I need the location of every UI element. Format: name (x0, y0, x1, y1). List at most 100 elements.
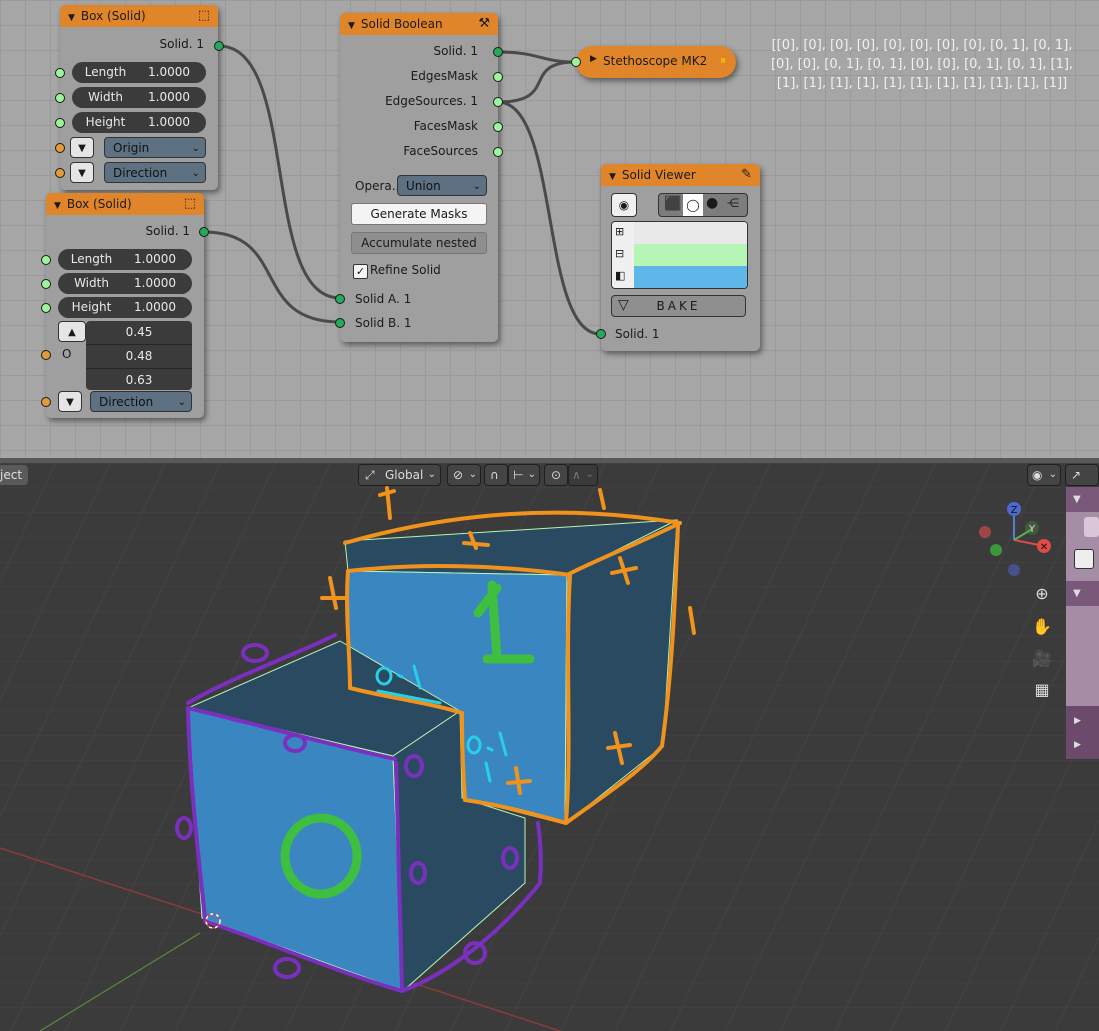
sidebar-panel[interactable]: ▼ ▼ ▶ ▶ (1066, 487, 1099, 759)
boolean-solid-output-socket[interactable] (493, 47, 503, 57)
length-input-socket[interactable] (55, 68, 65, 78)
select-box-icon[interactable] (1074, 549, 1094, 569)
solid-boolean-node[interactable]: ▼ Solid Boolean ⚒ Solid. 1 EdgesMask Edge… (340, 13, 498, 342)
navigation-gizmo[interactable]: Z Y ✕ (978, 500, 1058, 580)
visibility-toggle[interactable]: ◉ (611, 193, 637, 217)
edgesources-output-socket[interactable] (493, 97, 503, 107)
box-solid-node-2[interactable]: ▼ Box (Solid) ⬚ Solid. 1 Length 1.0000 Wid… (46, 193, 204, 418)
collapse-toggle-icon[interactable]: ▼ (54, 201, 61, 211)
origin-y-field[interactable]: 0.48 (86, 345, 192, 369)
bake-button[interactable]: ▽ BAKE (611, 295, 746, 317)
falloff-dropdown[interactable]: ∧ ⌄ (568, 464, 598, 486)
stethoscope-node[interactable]: ▶ Stethoscope MK2 ⏸ (576, 46, 736, 78)
length-field[interactable]: Length 1.0000 (72, 62, 206, 83)
face-color-swatch[interactable] (634, 266, 747, 288)
grid-view-icon[interactable]: ▦ (1029, 677, 1055, 703)
accumulate-nested-toggle[interactable]: Accumulate nested (351, 232, 487, 254)
edge-color-row[interactable]: ⊟ (612, 244, 747, 266)
operation-label: Opera... (355, 179, 404, 193)
snap-target-dropdown[interactable]: ⊢ ⌄ (508, 464, 540, 486)
direction-mode-button[interactable]: ▼ (70, 162, 94, 183)
vertex-color-row[interactable]: ⊞ (612, 222, 747, 244)
origin-x-field[interactable]: 0.45 (86, 321, 192, 345)
facesmask-output-socket[interactable] (493, 122, 503, 132)
operation-dropdown[interactable]: Union ⌄ (397, 175, 487, 196)
viewport-scene[interactable] (0, 463, 1099, 1031)
vertex-color-swatch[interactable] (634, 222, 747, 244)
stethoscope-input-socket[interactable] (571, 57, 581, 67)
solid-viewer-node[interactable]: ▼ Solid Viewer ✎ ◉ ⬛ ◯ ● ⋲ ⊞ ⊟ ◧ ▽ BAKE … (601, 164, 760, 351)
mode-label[interactable]: ject (0, 465, 28, 485)
snap-increment-icon: ⊢ (513, 468, 524, 482)
direction-input-socket[interactable] (55, 168, 65, 178)
origin-input-socket[interactable] (41, 350, 51, 360)
display-mode-group[interactable]: ⬛ ◯ ● ⋲ (658, 193, 748, 217)
solid-b-input-socket[interactable] (335, 318, 345, 328)
wireframe-mode-icon[interactable]: ◯ (683, 194, 703, 216)
viewer-solid-input-socket[interactable] (596, 329, 606, 339)
height-field[interactable]: Height 1.0000 (58, 297, 192, 318)
pencil-icon[interactable]: ✎ (741, 164, 752, 186)
zoom-icon[interactable]: ⊕ (1029, 581, 1055, 607)
generate-masks-toggle[interactable]: Generate Masks (351, 203, 487, 225)
node-header[interactable]: ▼ Box (Solid) ⬚ (60, 5, 218, 27)
direction-dropdown[interactable]: Direction ⌄ (104, 162, 206, 183)
width-field[interactable]: Width 1.0000 (58, 273, 192, 294)
collapse-toggle-icon[interactable]: ▼ (348, 21, 355, 31)
box2-solid-output-socket[interactable] (199, 227, 209, 237)
collapse-toggle-icon[interactable]: ▼ (609, 172, 616, 182)
edge-color-swatch[interactable] (634, 244, 747, 266)
width-input-socket[interactable] (41, 279, 51, 289)
height-field[interactable]: Height 1.0000 (72, 112, 206, 133)
proportional-editing-toggle[interactable]: ⊙ (544, 464, 568, 486)
height-input-socket[interactable] (55, 118, 65, 128)
vector-collapse-button[interactable]: ▲ (58, 321, 86, 342)
node-header[interactable]: ▼ Box (Solid) ⬚ (46, 193, 204, 215)
origin-vector[interactable]: 0.45 0.48 0.63 (86, 321, 192, 390)
facesources-output-socket[interactable] (493, 147, 503, 157)
sidebar-section-header-4[interactable]: ▶ (1066, 733, 1099, 757)
pivot-point-dropdown[interactable]: ⊘ ⌄ (447, 464, 481, 486)
edgesmask-output-socket[interactable] (493, 72, 503, 82)
stethoscope-output-text: [[0], [0], [0], [0], [0], [0], [0], [0],… (770, 38, 1074, 91)
pause-icon[interactable]: ⏸ (720, 53, 726, 68)
collapse-toggle-icon[interactable]: ▼ (68, 13, 75, 23)
origin-dropdown[interactable]: Origin ⌄ (104, 137, 206, 158)
sidebar-section-header-1[interactable]: ▼ (1066, 487, 1099, 512)
origin-input-socket[interactable] (55, 143, 65, 153)
direction-input-socket[interactable] (41, 397, 51, 407)
box1-solid-output-socket[interactable] (214, 41, 224, 51)
node-header[interactable]: ▼ Solid Boolean ⚒ (340, 13, 498, 35)
expand-toggle-icon[interactable]: ▶ (590, 54, 597, 64)
length-input-socket[interactable] (41, 255, 51, 265)
solid-a-input-socket[interactable] (335, 294, 345, 304)
node-header[interactable]: ▼ Solid Viewer ✎ (601, 164, 760, 186)
width-input-socket[interactable] (55, 93, 65, 103)
direction-dropdown[interactable]: Direction ⌄ (90, 391, 192, 412)
width-field[interactable]: Width 1.0000 (72, 87, 206, 108)
node-editor[interactable]: ▼ Box (Solid) ⬚ Solid. 1 Length 1.0000 Wid… (0, 0, 1099, 460)
visibility-dropdown[interactable]: ◉ ⌄ (1027, 464, 1061, 486)
snap-toggle[interactable]: ∩ (484, 464, 508, 486)
origin-mode-button[interactable]: ▼ (70, 137, 94, 158)
camera-icon[interactable]: 🎥 (1029, 646, 1055, 672)
3d-viewport[interactable]: ject ⤢ Global ⌄ ⊘ ⌄ ∩ ⊢ ⌄ ⊙ ∧ ⌄ ◉ ⌄ ↗ Z … (0, 463, 1099, 1031)
eye-icon: ◉ (1032, 468, 1043, 482)
sphere-mode-icon[interactable]: ● (706, 195, 718, 211)
gizmo-toggle[interactable]: ↗ (1065, 464, 1099, 486)
sidebar-section-header-2[interactable]: ▼ (1066, 581, 1099, 606)
length-field[interactable]: Length 1.0000 (58, 249, 192, 270)
direction-mode-button[interactable]: ▼ (58, 391, 82, 412)
box-solid-node-1[interactable]: ▼ Box (Solid) ⬚ Solid. 1 Length 1.0000 Wid… (60, 5, 218, 190)
origin-label: O (62, 347, 72, 361)
node-link-icon[interactable]: ⋲ (727, 196, 739, 210)
transform-orientation-dropdown[interactable]: ⤢ Global ⌄ (358, 464, 441, 486)
solid-mode-icon[interactable]: ⬛ (664, 196, 681, 212)
pan-hand-icon[interactable]: ✋ (1029, 614, 1055, 640)
select-tool-icon[interactable] (1084, 517, 1099, 537)
origin-z-field[interactable]: 0.63 (86, 369, 192, 391)
face-color-row[interactable]: ◧ (612, 266, 747, 288)
height-input-socket[interactable] (41, 303, 51, 313)
refine-solid-checkbox[interactable]: ✓ (353, 264, 368, 279)
sidebar-section-header-3[interactable]: ▶ (1066, 709, 1099, 733)
